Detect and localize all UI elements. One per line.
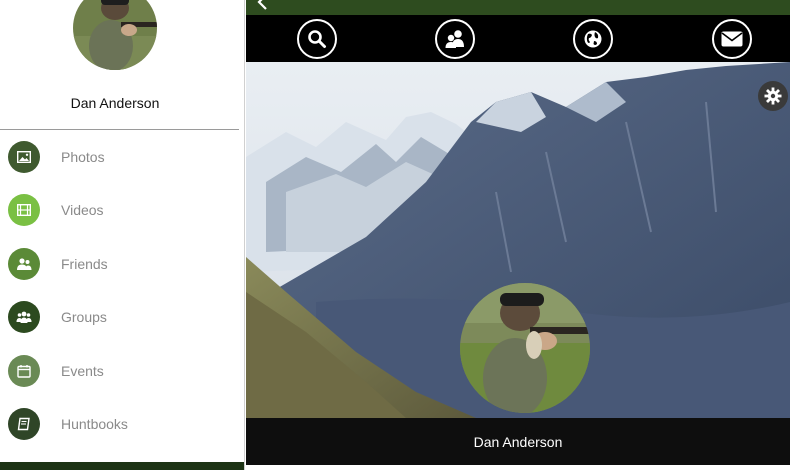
film-icon — [8, 194, 40, 227]
sidebar-item-label: Photos — [61, 148, 105, 165]
search-button[interactable] — [297, 19, 337, 59]
avatar-photo — [73, 0, 157, 70]
sidebar-item-label: Groups — [61, 309, 107, 326]
top-bar — [246, 0, 790, 15]
gear-icon — [764, 87, 782, 105]
book-icon — [8, 408, 40, 441]
sidebar: Dan Anderson Photos Videos Friends Group… — [0, 0, 245, 470]
profile-picture[interactable] — [460, 283, 590, 413]
sidebar-item-huntbooks[interactable]: Huntbooks — [0, 398, 244, 452]
back-arrow-icon[interactable] — [256, 0, 270, 10]
search-icon — [308, 30, 326, 48]
sidebar-avatar[interactable] — [73, 0, 157, 70]
main-panel: Dan Anderson — [246, 0, 790, 470]
globe-button[interactable] — [573, 19, 613, 59]
app: Dan Anderson Photos Videos Friends Group… — [0, 0, 790, 470]
sidebar-item-friends[interactable]: Friends — [0, 237, 244, 291]
bottom-strip — [246, 465, 790, 470]
sidebar-item-groups[interactable]: Groups — [0, 291, 244, 345]
profile-name: Dan Anderson — [473, 433, 563, 450]
friend-icon — [8, 247, 40, 280]
people-icon — [445, 30, 464, 48]
sidebar-item-label: Events — [61, 362, 104, 379]
sidebar-item-photos[interactable]: Photos — [0, 130, 244, 184]
globe-icon — [584, 30, 602, 48]
calendar-icon — [8, 354, 40, 387]
sidebar-menu: Photos Videos Friends Groups Events Hunt… — [0, 130, 244, 451]
sidebar-user-name: Dan Anderson — [70, 95, 160, 111]
sidebar-item-label: Huntbooks — [61, 416, 128, 433]
settings-button[interactable] — [758, 81, 788, 111]
sidebar-item-events[interactable]: Events — [0, 344, 244, 398]
sidebar-item-videos[interactable]: Videos — [0, 184, 244, 238]
envelope-icon — [721, 31, 743, 47]
people-button[interactable] — [435, 19, 475, 59]
profile-photo — [460, 283, 590, 413]
sidebar-footer-bar — [0, 462, 244, 470]
profile-name-bar: Dan Anderson — [246, 418, 790, 465]
group-icon — [8, 301, 40, 334]
envelope-button[interactable] — [712, 19, 752, 59]
sidebar-item-label: Friends — [61, 255, 108, 272]
sidebar-item-label: Videos — [61, 202, 104, 219]
photo-icon — [8, 140, 40, 173]
toolbar — [246, 15, 790, 62]
